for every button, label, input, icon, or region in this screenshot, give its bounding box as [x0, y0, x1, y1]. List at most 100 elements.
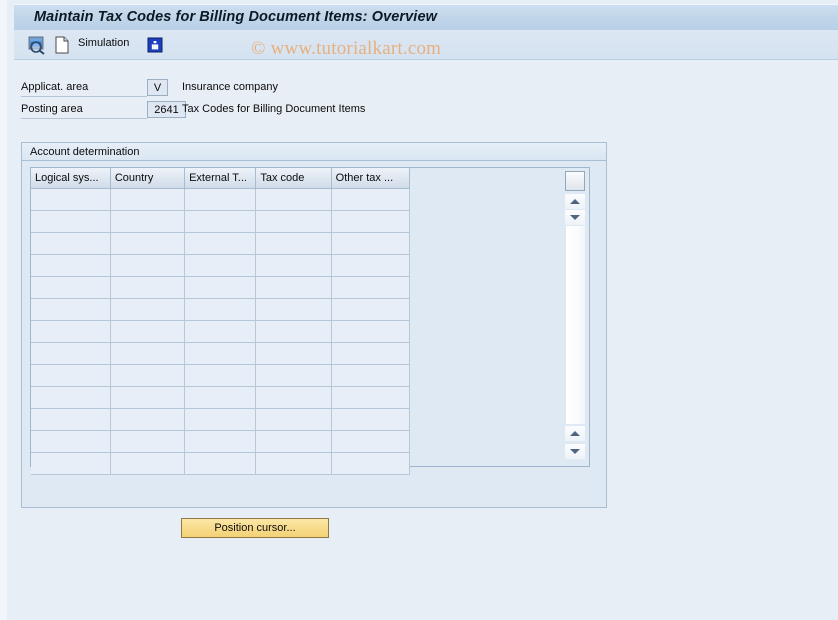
table-cell[interactable]	[184, 254, 257, 277]
table-cell[interactable]	[255, 430, 332, 453]
scrollbar-track[interactable]	[565, 226, 585, 424]
table-row[interactable]	[31, 342, 411, 365]
table-cell[interactable]	[31, 188, 111, 211]
table-cell[interactable]	[31, 276, 111, 299]
application-area-label: Applicat. area	[21, 81, 89, 93]
table-cell[interactable]	[331, 210, 411, 233]
table-cell[interactable]	[184, 408, 257, 431]
table-cell[interactable]	[331, 452, 411, 475]
position-cursor-button[interactable]: Position cursor...	[181, 518, 329, 538]
table-cell[interactable]	[31, 452, 111, 475]
table-body	[31, 188, 411, 475]
simulation-button[interactable]: Simulation	[78, 37, 129, 49]
column-header-other-tax[interactable]: Other tax ...	[331, 168, 411, 189]
table-row[interactable]	[31, 276, 411, 299]
magnifier-display-icon[interactable]	[27, 35, 47, 55]
table-cell[interactable]	[184, 232, 257, 255]
column-header-country[interactable]: Country	[110, 168, 186, 189]
table-row[interactable]	[31, 298, 411, 321]
table-cell[interactable]	[31, 342, 111, 365]
table-cell[interactable]	[331, 188, 411, 211]
table-cell[interactable]	[110, 232, 186, 255]
document-icon[interactable]	[52, 35, 72, 55]
table-cell[interactable]	[331, 254, 411, 277]
table-cell[interactable]	[110, 254, 186, 277]
table-cell[interactable]	[255, 276, 332, 299]
table-cell[interactable]	[110, 342, 186, 365]
table-row[interactable]	[31, 408, 411, 431]
table-cell[interactable]	[31, 364, 111, 387]
application-area-description: Insurance company	[182, 81, 278, 93]
application-area-input[interactable]	[147, 79, 168, 96]
column-header-logical-system[interactable]: Logical sys...	[31, 168, 111, 189]
table-row[interactable]	[31, 210, 411, 233]
table-cell[interactable]	[255, 342, 332, 365]
table-cell[interactable]	[110, 276, 186, 299]
column-header-external-tax[interactable]: External T...	[184, 168, 257, 189]
table-row[interactable]	[31, 386, 411, 409]
table-cell[interactable]	[31, 210, 111, 233]
posting-area-input[interactable]	[147, 101, 186, 118]
table-row[interactable]	[31, 254, 411, 277]
info-icon[interactable]	[145, 35, 165, 55]
table-cell[interactable]	[331, 408, 411, 431]
table-cell[interactable]	[184, 364, 257, 387]
table-cell[interactable]	[31, 298, 111, 321]
column-header-tax-code[interactable]: Tax code	[255, 168, 332, 189]
table-cell[interactable]	[31, 320, 111, 343]
table-cell[interactable]	[331, 276, 411, 299]
table-cell[interactable]	[255, 188, 332, 211]
scroll-up-icon-bottom[interactable]	[565, 426, 585, 441]
table-cell[interactable]	[31, 430, 111, 453]
table-cell[interactable]	[31, 232, 111, 255]
table-row[interactable]	[31, 364, 411, 387]
scroll-down-icon[interactable]	[565, 210, 585, 225]
table-cell[interactable]	[331, 386, 411, 409]
table-cell[interactable]	[110, 298, 186, 321]
table-cell[interactable]	[110, 386, 186, 409]
table-cell[interactable]	[110, 188, 186, 211]
table-row[interactable]	[31, 232, 411, 255]
table-cell[interactable]	[31, 408, 111, 431]
table-cell[interactable]	[331, 430, 411, 453]
table-row[interactable]	[31, 452, 411, 475]
table-cell[interactable]	[31, 386, 111, 409]
table-row[interactable]	[31, 430, 411, 453]
table-cell[interactable]	[184, 320, 257, 343]
table-cell[interactable]	[255, 408, 332, 431]
table-cell[interactable]	[255, 254, 332, 277]
table-cell[interactable]	[255, 320, 332, 343]
table-cell[interactable]	[255, 298, 332, 321]
table-cell[interactable]	[255, 386, 332, 409]
select-all-corner[interactable]	[565, 171, 585, 191]
table-cell[interactable]	[184, 276, 257, 299]
table-cell[interactable]	[331, 320, 411, 343]
table-row[interactable]	[31, 320, 411, 343]
table-cell[interactable]	[184, 452, 257, 475]
table-cell[interactable]	[255, 452, 332, 475]
table-cell[interactable]	[255, 232, 332, 255]
table-cell[interactable]	[255, 210, 332, 233]
table-cell[interactable]	[110, 408, 186, 431]
table-cell[interactable]	[255, 364, 332, 387]
table-cell[interactable]	[110, 364, 186, 387]
table-cell[interactable]	[331, 342, 411, 365]
table-cell[interactable]	[331, 298, 411, 321]
table-cell[interactable]	[110, 430, 186, 453]
scroll-up-icon[interactable]	[565, 194, 585, 209]
table-cell[interactable]	[184, 210, 257, 233]
table-cell[interactable]	[110, 452, 186, 475]
table-cell[interactable]	[110, 320, 186, 343]
table-row[interactable]	[31, 188, 411, 211]
table-cell[interactable]	[184, 430, 257, 453]
table-cell[interactable]	[331, 364, 411, 387]
scroll-down-icon-bottom[interactable]	[565, 444, 585, 459]
table-cell[interactable]	[31, 254, 111, 277]
table-cell[interactable]	[184, 386, 257, 409]
table-cell[interactable]	[184, 188, 257, 211]
table-cell[interactable]	[331, 232, 411, 255]
table-vertical-scrollbar[interactable]	[562, 168, 589, 466]
table-cell[interactable]	[184, 298, 257, 321]
table-cell[interactable]	[184, 342, 257, 365]
table-cell[interactable]	[110, 210, 186, 233]
